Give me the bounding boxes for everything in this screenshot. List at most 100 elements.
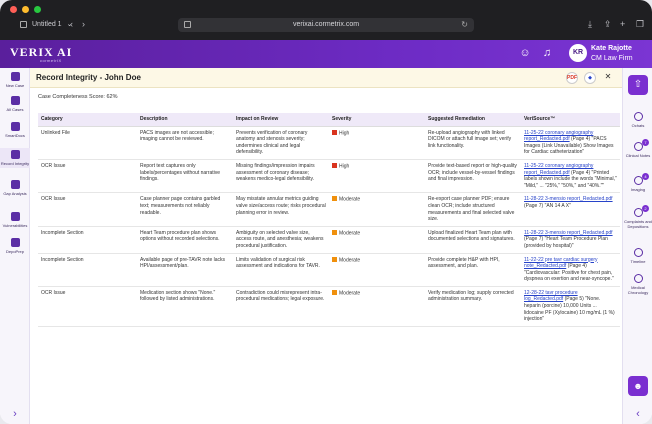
tabs-overview-icon[interactable]: ❐ <box>636 20 644 29</box>
table-row: OCR Issue Medication section shows "None… <box>38 286 620 327</box>
severity-label: High <box>339 163 350 170</box>
severity-label: Moderate <box>339 196 361 203</box>
avatar[interactable]: KR <box>569 44 587 62</box>
app-header: VERIX AI cormetriX ☺ ♫ KR Kate Rajotte C… <box>0 40 652 68</box>
sidebar-item-smartdocs[interactable]: SmartDocs <box>0 122 30 138</box>
chat-icon <box>633 112 643 121</box>
sidebar-item-new-case[interactable]: New Case <box>0 72 30 88</box>
severity-indicator <box>332 162 337 168</box>
count-badge: 7 <box>642 139 649 146</box>
folder-icon <box>10 96 20 105</box>
impact-cell: Ambiguity on selected valve size, access… <box>233 226 329 254</box>
bell-icon[interactable]: ♫ <box>540 46 554 60</box>
rightbar-item-timeline[interactable]: Timeline <box>623 248 652 264</box>
url-text: verixai.cormetrix.com <box>292 21 360 28</box>
upload-button[interactable]: ⇧ <box>628 75 648 95</box>
verisource-cell: 11-28-22 3-mensio report_Redacted.pdf (P… <box>521 226 620 254</box>
description-cell: Heart Team procedure plan shows options … <box>137 226 233 254</box>
description-cell: Medication section shows "None." followe… <box>137 286 233 327</box>
rightbar-item-clinical-notes[interactable]: 7 Clinical Notes <box>623 139 652 158</box>
tab-title: Untitled 1 <box>32 20 62 28</box>
new-tab-icon[interactable]: + <box>620 20 625 29</box>
record-integrity-table: Category Description Impact on Review Se… <box>38 113 620 327</box>
rightbar-item-label: Ochats <box>631 123 645 128</box>
category-cell: OCR Issue <box>38 159 137 194</box>
shield-icon[interactable]: ◆ <box>584 72 596 84</box>
impact-cell: May misstate annular metrics guiding val… <box>233 192 329 227</box>
category-cell: Incomplete Section <box>38 253 137 287</box>
address-bar[interactable]: verixai.cormetrix.com ↻ <box>178 18 474 32</box>
verisource-cell: 11-28-22 3-mensio report_Redacted.pdf (P… <box>521 192 620 227</box>
rightbar-item-medical-chronology[interactable]: Medical Chronology <box>623 274 652 295</box>
sidebar-item-depoprep[interactable]: DepoPrep <box>0 238 30 254</box>
browser-chrome: Untitled 1 ⌄ ‹ › verixai.cormetrix.com ↻… <box>0 0 652 40</box>
back-icon[interactable]: ‹ <box>70 20 73 29</box>
sidebar-item-all-cases[interactable]: All Cases <box>0 96 30 112</box>
sidebar-item-label: SmartDocs <box>5 133 25 138</box>
close-window-button[interactable] <box>10 6 17 13</box>
rightbar-item-label: Medical Chronology <box>627 285 649 295</box>
rightbar-item-label: Imaging <box>630 187 646 192</box>
rightbar-item-complaints[interactable]: 2 Complaints and Depositions <box>623 205 652 229</box>
description-cell: PACS images are not accessible; imaging … <box>137 126 233 160</box>
column-header: Description <box>137 113 233 127</box>
sidebar-item-vulnerabilities[interactable]: Vulnerabilities <box>0 212 30 228</box>
sidebar-item-gap-analysis[interactable]: Gap Analysis <box>0 180 30 196</box>
remediation-cell: Provide text-based report or high-qualit… <box>425 159 521 194</box>
share-icon[interactable]: ⇪ <box>604 20 612 29</box>
gap-icon <box>10 180 20 189</box>
severity-cell: Moderate <box>329 226 425 254</box>
rightbar-item-ochats[interactable]: Ochats <box>623 112 652 128</box>
assistant-button[interactable]: ☻ <box>628 376 648 396</box>
warning-icon <box>10 212 20 221</box>
maximize-window-button[interactable] <box>34 6 41 13</box>
source-link[interactable]: 11-28-22 3-mensio report_Redacted.pdf <box>524 196 613 202</box>
assistant-icon: ☻ <box>633 381 643 391</box>
lock-icon <box>184 21 191 28</box>
timeline-icon <box>633 248 643 257</box>
logo-subtext: cormetriX <box>40 58 62 63</box>
chat-icon[interactable]: ☺ <box>518 46 532 60</box>
source-link[interactable]: 11-28-22 3-mensio report_Redacted.pdf <box>524 230 613 236</box>
column-header: Suggested Remediation <box>425 113 521 127</box>
title-bar: Record Integrity - John Doe PDF ◆ ✕ <box>30 68 622 88</box>
tab-icon <box>20 20 27 28</box>
window-controls <box>10 6 41 13</box>
forward-icon[interactable]: › <box>82 20 85 29</box>
impact-cell: Contradiction could misrepresent intra-p… <box>233 286 329 327</box>
right-sidebar: ⇧ Ochats 7 Clinical Notes 4 Imaging 2 Co… <box>622 68 652 424</box>
reload-icon[interactable]: ↻ <box>461 18 468 32</box>
column-header: VeriSource™ <box>521 113 620 127</box>
description-cell: Available page of pre-TAVR note lacks HP… <box>137 253 233 287</box>
app-window: Untitled 1 ⌄ ‹ › verixai.cormetrix.com ↻… <box>0 0 652 424</box>
case-completeness-score: Case Completeness Score: 62% <box>38 94 118 100</box>
minimize-window-button[interactable] <box>22 6 29 13</box>
browser-tab[interactable]: Untitled 1 ⌄ <box>20 20 72 28</box>
verisource-cell: 12-28-22 tavr procedure log_Redacted.pdf… <box>521 286 620 327</box>
sidebar-item-record-integrity[interactable]: Record Integrity <box>0 148 30 168</box>
rightbar-item-label: Clinical Notes <box>625 153 651 158</box>
severity-indicator <box>332 196 337 202</box>
expand-sidebar-button[interactable]: › <box>0 404 30 424</box>
pdf-export-button[interactable]: PDF <box>566 72 578 84</box>
close-button[interactable]: ✕ <box>602 72 614 84</box>
column-header: Severity <box>329 113 425 127</box>
plus-icon <box>10 72 20 81</box>
table-header-row: Category Description Impact on Review Se… <box>38 113 620 127</box>
severity-indicator <box>332 129 337 135</box>
sidebar-item-label: Vulnerabilities <box>2 223 28 228</box>
description-cell: Case planner page contains garbled text;… <box>137 192 233 227</box>
record-icon <box>10 150 20 159</box>
download-icon[interactable]: ⤓ <box>588 20 592 29</box>
rightbar-item-label: Timeline <box>630 259 646 264</box>
sidebar-item-label: Record Integrity <box>0 161 30 166</box>
sidebar-item-label: DepoPrep <box>5 249 24 254</box>
rightbar-item-imaging[interactable]: 4 Imaging <box>623 173 652 192</box>
table-row: OCR Issue Report text captures only labe… <box>38 159 620 194</box>
remediation-cell: Upload finalized Heart Team plan with do… <box>425 226 521 254</box>
table-row: Incomplete Section Heart Team procedure … <box>38 226 620 254</box>
remediation-cell: Re-export case planner PDF; ensure clean… <box>425 192 521 227</box>
page-title: Record Integrity - John Doe <box>36 73 141 82</box>
count-badge: 2 <box>642 205 649 212</box>
collapse-right-panel-button[interactable]: ‹ <box>623 404 652 424</box>
